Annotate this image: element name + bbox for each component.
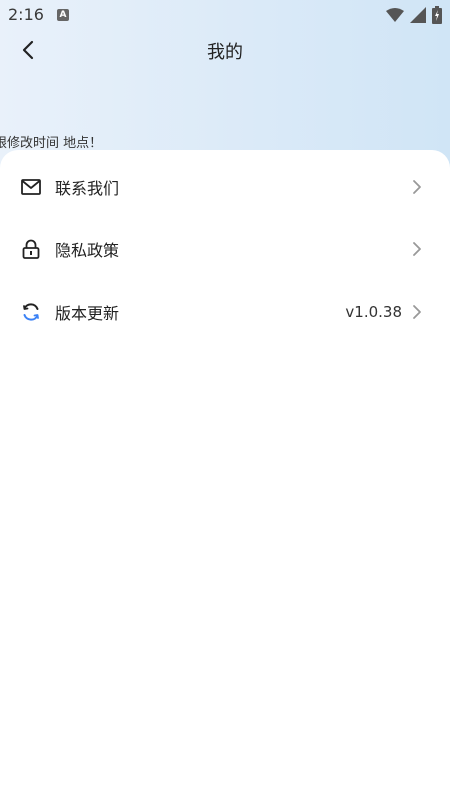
menu-card: 联系我们 隐私政策 版本更新 v1.0.38 (0, 150, 450, 800)
wifi-icon (386, 8, 404, 22)
chevron-right-icon (410, 240, 424, 258)
menu-item-version-update[interactable]: 版本更新 v1.0.38 (0, 286, 450, 338)
menu-item-label: 隐私政策 (55, 241, 120, 260)
mail-icon (20, 176, 42, 198)
chevron-right-icon (410, 303, 424, 321)
chevron-right-icon (410, 178, 424, 196)
refresh-icon (20, 301, 42, 323)
app-notification-icon: A (57, 9, 69, 21)
status-icons (386, 6, 442, 24)
battery-icon (432, 6, 442, 24)
version-number: v1.0.38 (345, 303, 402, 321)
lock-icon (20, 238, 42, 260)
page-title: 我的 (207, 42, 243, 63)
menu-item-label: 联系我们 (55, 179, 120, 198)
menu-item-contact-us[interactable]: 联系我们 (0, 161, 450, 213)
menu-item-label: 版本更新 (55, 304, 120, 323)
notice-marquee: 限修改时间 地点！ (0, 136, 103, 151)
signal-icon (410, 7, 426, 23)
nav-bar: 我的 (0, 32, 450, 68)
menu-item-privacy-policy[interactable]: 隐私政策 (0, 223, 450, 275)
status-bar: 2:16 A (0, 0, 450, 32)
status-time: 2:16 (8, 5, 44, 24)
